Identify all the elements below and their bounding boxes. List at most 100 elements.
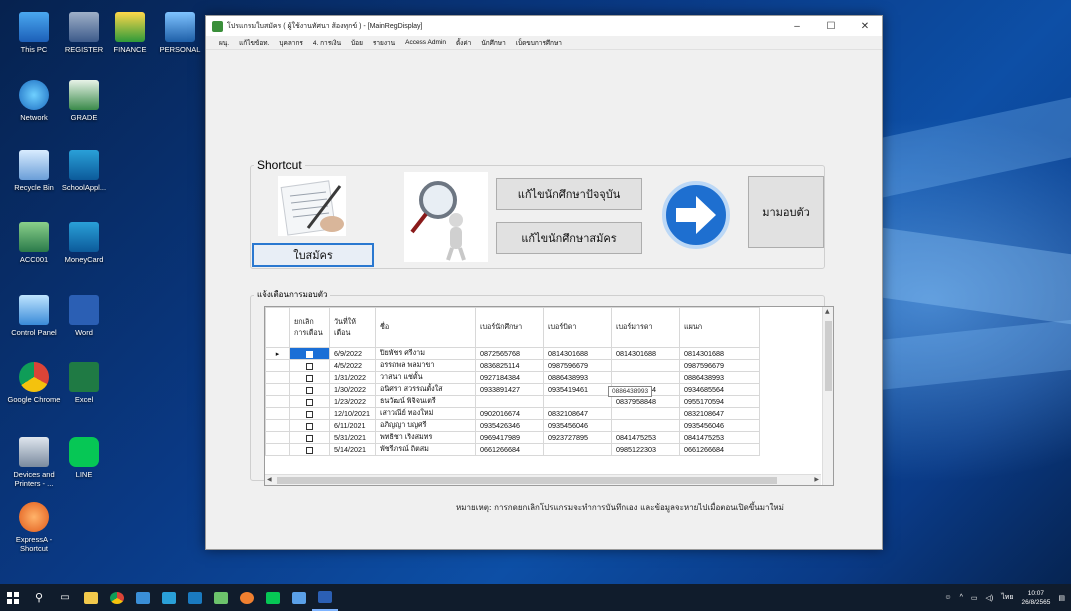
menu-item[interactable]: บุคลากร	[274, 38, 308, 48]
table-row[interactable]: 12/10/2021 เสาวณีย์ ทองใหม่ 0902016674 0…	[265, 407, 760, 420]
desktop-icon-excel[interactable]: Excel	[56, 362, 112, 404]
menu-item[interactable]: เบ็ดขบการศึกษา	[511, 38, 567, 48]
cell-student-phone[interactable]: 0927184384	[475, 371, 544, 384]
cell-mother-phone[interactable]	[611, 371, 680, 384]
menu-item[interactable]: Access Admin	[400, 39, 451, 46]
cell-student-phone[interactable]: 0872565768	[475, 347, 544, 360]
cancel-checkbox[interactable]	[289, 383, 330, 396]
desktop-icon-acc001[interactable]: ACC001	[6, 222, 62, 264]
minimize-button[interactable]: –	[780, 21, 814, 32]
cancel-checkbox[interactable]	[289, 419, 330, 432]
search-button[interactable]: ⚲	[26, 584, 52, 611]
cell-date[interactable]: 5/14/2021	[329, 443, 376, 456]
cell-name[interactable]: ปิยพัชร ศรีงาม	[375, 347, 476, 360]
cell-mother-phone[interactable]	[611, 407, 680, 420]
cell-name[interactable]: พัชรีภรณ์ ถิตสม	[375, 443, 476, 456]
scroll-left-icon[interactable]: ◀	[267, 476, 272, 483]
scroll-right-icon[interactable]: ▶	[814, 476, 819, 483]
cell-dept[interactable]: 0955170594	[679, 395, 760, 408]
cell-student-phone[interactable]	[475, 395, 544, 408]
cell-date[interactable]: 6/9/2022	[329, 347, 376, 360]
start-button[interactable]	[0, 584, 26, 611]
report-in-button[interactable]: มามอบตัว	[748, 176, 824, 248]
cell-student-phone[interactable]: 0902016674	[475, 407, 544, 420]
cell-dept[interactable]: 0935456046	[679, 419, 760, 432]
cell-father-phone[interactable]	[543, 443, 612, 456]
taskbar-file-explorer[interactable]	[78, 584, 104, 611]
menu-item[interactable]: รายงาน	[368, 38, 400, 48]
horizontal-scrollbar[interactable]: ◀ ▶	[265, 474, 821, 485]
column-header-cancel[interactable]: ยกเลิก การเตือน	[289, 307, 330, 348]
column-header-father-phone[interactable]: เบอร์บิดา	[543, 307, 612, 348]
cell-date[interactable]: 6/11/2021	[329, 419, 376, 432]
cell-name[interactable]: วาสนา แช่ตั้น	[375, 371, 476, 384]
vertical-scroll-thumb[interactable]	[825, 321, 832, 391]
menu-item[interactable]: ผนุ.	[214, 38, 234, 48]
desktop-icon-personal[interactable]: PERSONAL	[152, 12, 208, 54]
table-row[interactable]: 5/31/2021 พทธิชา เริงสมทร 0969417989 092…	[265, 431, 760, 444]
cell-mother-phone[interactable]: 0837958848	[611, 395, 680, 408]
cancel-checkbox[interactable]	[289, 431, 330, 444]
cell-father-phone[interactable]: 0832108647	[543, 407, 612, 420]
cell-father-phone[interactable]	[543, 395, 612, 408]
table-row[interactable]: 5/14/2021 พัชรีภรณ์ ถิตสม 0661266684 098…	[265, 443, 760, 456]
table-row[interactable]: 1/23/2022 ธนวัฒน์ พิจิจนเตรี 0837958848 …	[265, 395, 760, 408]
desktop-icon-devices-printers[interactable]: Devices and Printers - ...	[6, 437, 62, 488]
cell-name[interactable]: อภิญญา บญศรี	[375, 419, 476, 432]
notification-icon[interactable]: ▤	[1058, 594, 1065, 602]
menu-item[interactable]: 4. การเงิน	[308, 38, 346, 48]
cell-mother-phone[interactable]	[611, 359, 680, 372]
close-button[interactable]: ✕	[848, 21, 882, 32]
volume-icon[interactable]: ◁)	[985, 594, 993, 602]
cell-student-phone[interactable]: 0935426346	[475, 419, 544, 432]
cancel-checkbox[interactable]	[289, 443, 330, 456]
cell-father-phone[interactable]: 0923727895	[543, 431, 612, 444]
cell-dept[interactable]: 0886438993	[679, 371, 760, 384]
column-header-student-phone[interactable]: เบอร์นักศึกษา	[475, 307, 544, 348]
cell-dept[interactable]: 0832108647	[679, 407, 760, 420]
column-header-date[interactable]: วันที่ให้ เตือน	[329, 307, 376, 348]
desktop-icon-line[interactable]: LINE	[56, 437, 112, 479]
menu-item[interactable]: ตั้งค่า	[451, 38, 476, 48]
task-view-button[interactable]: ▭	[52, 584, 78, 611]
taskbar-app-6[interactable]	[286, 584, 312, 611]
taskbar-app-2[interactable]	[156, 584, 182, 611]
cell-mother-phone[interactable]: 0814301688	[611, 347, 680, 360]
cell-father-phone[interactable]: 0935419461	[543, 383, 612, 396]
cell-mother-phone[interactable]: 0841475253	[611, 431, 680, 444]
cell-name[interactable]: พทธิชา เริงสมทร	[375, 431, 476, 444]
language-indicator[interactable]: ไทย	[1001, 592, 1013, 603]
desktop-icon-chrome[interactable]: Google Chrome	[6, 362, 62, 404]
horizontal-scroll-thumb[interactable]	[277, 477, 777, 484]
desktop-icon-finance[interactable]: FINANCE	[102, 12, 158, 54]
cell-father-phone[interactable]: 0935456046	[543, 419, 612, 432]
cell-dept[interactable]: 0934685564	[679, 383, 760, 396]
desktop-icon-grade[interactable]: GRADE	[56, 80, 112, 122]
cell-date[interactable]: 1/23/2022	[329, 395, 376, 408]
cancel-checkbox[interactable]	[289, 395, 330, 408]
cell-student-phone[interactable]: 0969417989	[475, 431, 544, 444]
cell-name[interactable]: อนิศรา สวรรณตั้งใส	[375, 383, 476, 396]
cell-date[interactable]: 12/10/2021	[329, 407, 376, 420]
cancel-checkbox[interactable]	[289, 347, 330, 360]
table-row[interactable]: 4/5/2022 อรรถพล พลมาขา 0836825114 098759…	[265, 359, 760, 372]
people-tray-icon[interactable]: ☺	[944, 594, 951, 601]
column-header-name[interactable]: ชื่อ	[375, 307, 476, 348]
desktop-icon-recycle-bin[interactable]: Recycle Bin	[6, 150, 62, 192]
desktop-icon-network[interactable]: Network	[6, 80, 62, 122]
cell-father-phone[interactable]: 0987596679	[543, 359, 612, 372]
desktop-icon-word[interactable]: Word	[56, 295, 112, 337]
column-header-dept[interactable]: แผนก	[679, 307, 760, 348]
taskbar-line[interactable]	[260, 584, 286, 611]
menu-item[interactable]: แก้ไขข้อท.	[234, 38, 274, 48]
taskbar-app-4[interactable]	[208, 584, 234, 611]
apply-form-button[interactable]: ใบสมัคร	[252, 243, 374, 267]
table-row[interactable]: 1/31/2022 วาสนา แช่ตั้น 0927184384 08864…	[265, 371, 760, 384]
cell-date[interactable]: 5/31/2021	[329, 431, 376, 444]
cell-father-phone[interactable]: 0886438993	[543, 371, 612, 384]
maximize-button[interactable]: ☐	[814, 21, 848, 32]
menu-item[interactable]: นักศึกษา	[476, 38, 510, 48]
table-row[interactable]: 6/11/2021 อภิญญา บญศรี 0935426346 093545…	[265, 419, 760, 432]
desktop-icon-schoolappl[interactable]: SchoolAppl...	[56, 150, 112, 192]
cell-name[interactable]: เสาวณีย์ ทองใหม่	[375, 407, 476, 420]
